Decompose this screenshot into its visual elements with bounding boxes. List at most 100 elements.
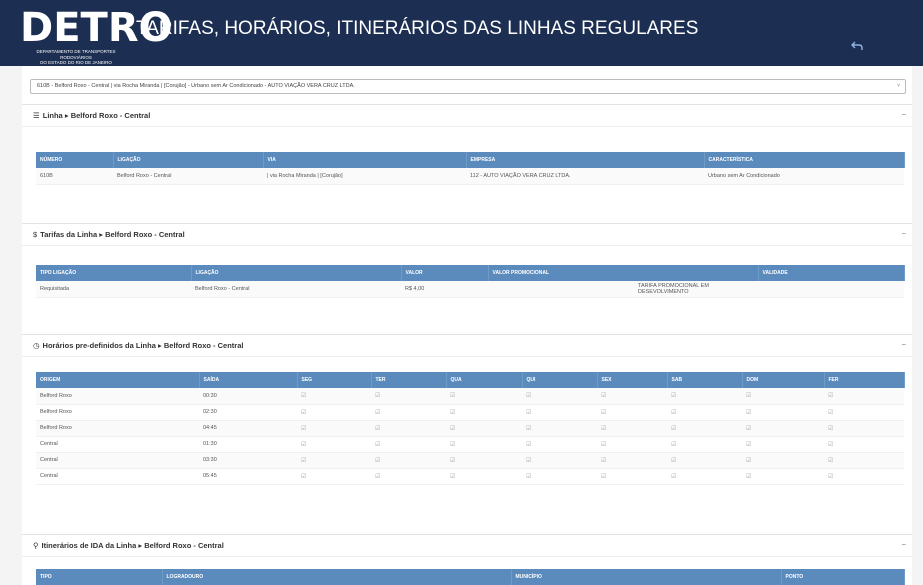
horarios-table: ORIGEM SAÍDA SEG TER QUA QUI SEX SAB DOM FER Belf… [36, 372, 905, 485]
table-row: 610B Belford Roxo - Central | via Rocha … [36, 168, 904, 185]
map-marker-icon: ⚲ [33, 541, 39, 550]
checkbox-checked-icon: ☑ [446, 404, 522, 421]
column-header[interactable]: LOGRADOURO [162, 569, 512, 585]
column-header[interactable]: EMPRESA [466, 152, 705, 168]
column-header[interactable]: VALOR PROMOCIONAL [488, 265, 759, 281]
column-header[interactable]: TIPO LIGAÇÃO [36, 265, 192, 281]
checkbox-checked-icon: ☑ [371, 468, 446, 485]
checkbox-checked-icon: ☑ [297, 420, 371, 437]
checkbox-checked-icon: ☑ [667, 404, 742, 421]
list-icon: ☰ [33, 111, 40, 120]
panel-itinerarios: ⚲ Itinerários de IDA da Linha ▸ Belford R… [22, 534, 912, 585]
checkbox-checked-icon: ☑ [742, 404, 824, 421]
column-header[interactable]: SEG [297, 372, 372, 388]
table-row: Central 01:30 ☑ ☑ ☑ ☑ ☑ ☑ ☑ ☑ [36, 436, 904, 453]
table-cell: Central [36, 452, 199, 469]
checkbox-checked-icon: ☑ [742, 468, 824, 485]
table-header-row: ORIGEM SAÍDA SEG TER QUA QUI SEX SAB DOM FER [36, 372, 905, 388]
column-header[interactable]: MUNICÍPIO [511, 569, 782, 585]
checkbox-checked-icon: ☑ [446, 388, 522, 405]
itinerarios-table: TIPO LOGRADOURO MUNICÍPIO PONTO [36, 569, 905, 585]
table-cell: Belford Roxo [36, 404, 199, 421]
column-header[interactable]: QUA [446, 372, 523, 388]
collapse-button[interactable]: − [901, 229, 906, 238]
table-cell: Belford Roxo - Central [191, 281, 401, 298]
checkbox-checked-icon: ☑ [446, 452, 522, 469]
table-cell: TARIFA PROMOCIONAL EM DESEVOLVIMENTO [488, 281, 758, 298]
linha-table: NÚMERO LIGAÇÃO VIA EMPRESA CARACTERÍSTIC… [36, 152, 905, 185]
table-cell: Belford Roxo [36, 388, 199, 405]
line-select[interactable]: 610B - Belford Roxo - Central | via Roch… [30, 79, 906, 94]
checkbox-checked-icon: ☑ [522, 388, 597, 405]
checkbox-checked-icon: ☑ [446, 436, 522, 453]
panel-horarios: ◷ Horários pre-definidos da Linha ▸ Belfo… [22, 334, 912, 526]
checkbox-checked-icon: ☑ [667, 468, 742, 485]
column-header[interactable]: ORIGEM [36, 372, 200, 388]
panel-title: ⚲ Itinerários de IDA da Linha ▸ Belford R… [33, 541, 224, 550]
checkbox-checked-icon: ☑ [824, 436, 904, 453]
checkbox-checked-icon: ☑ [742, 388, 824, 405]
table-cell: Urbano sem Ar Condicionado [704, 168, 904, 185]
checkbox-checked-icon: ☑ [297, 468, 371, 485]
table-cell: 03:30 [199, 452, 297, 469]
panel-label: Horários pre-definidos da Linha [42, 341, 156, 350]
column-header[interactable]: TER [371, 372, 447, 388]
tarifas-table: TIPO LIGAÇÃO LIGAÇÃO VALOR VALOR PROMOCI… [36, 265, 905, 298]
table-cell [758, 281, 904, 298]
checkbox-checked-icon: ☑ [597, 452, 667, 469]
column-header[interactable]: TIPO [36, 569, 163, 585]
table-cell: Central [36, 436, 199, 453]
checkbox-checked-icon: ☑ [371, 420, 446, 437]
table-cell: Belford Roxo [36, 420, 199, 437]
column-header[interactable]: FER [824, 372, 905, 388]
column-header[interactable]: LIGAÇÃO [191, 265, 402, 281]
collapse-button[interactable]: − [901, 340, 906, 349]
collapse-button[interactable]: − [901, 110, 906, 119]
table-cell: Requisitada [36, 281, 191, 298]
checkbox-checked-icon: ☑ [522, 436, 597, 453]
table-row: Belford Roxo 02:30 ☑ ☑ ☑ ☑ ☑ ☑ ☑ ☑ [36, 404, 904, 421]
checkbox-checked-icon: ☑ [824, 420, 904, 437]
column-header[interactable]: LIGAÇÃO [113, 152, 264, 168]
table-cell: 112 - AUTO VIAÇÃO VERA CRUZ LTDA. [466, 168, 704, 185]
checkbox-checked-icon: ☑ [667, 452, 742, 469]
checkbox-checked-icon: ☑ [597, 420, 667, 437]
panel-tarifas: $ Tarifas da Linha ▸ Belford Roxo - Centr… [22, 223, 912, 327]
checkbox-checked-icon: ☑ [297, 452, 371, 469]
breadcrumb-separator: ▸ [64, 111, 69, 120]
panel-header: ☰ Linha ▸ Belford Roxo - Central − [22, 105, 912, 127]
back-arrow-icon[interactable] [851, 41, 863, 51]
column-header[interactable]: SAÍDA [199, 372, 298, 388]
panel-title: ◷ Horários pre-definidos da Linha ▸ Belfo… [33, 341, 243, 350]
clock-icon: ◷ [33, 341, 40, 350]
column-header[interactable]: SEX [597, 372, 668, 388]
breadcrumb-separator: ▸ [158, 341, 162, 350]
breadcrumb-separator: ▸ [138, 541, 143, 550]
panel-route: Belford Roxo - Central [70, 111, 151, 120]
table-row: Belford Roxo 04:45 ☑ ☑ ☑ ☑ ☑ ☑ ☑ ☑ [36, 420, 904, 437]
checkbox-checked-icon: ☑ [446, 468, 522, 485]
column-header[interactable]: CARACTERÍSTICA [704, 152, 905, 168]
column-header[interactable]: NÚMERO [36, 152, 114, 168]
dollar-icon: $ [33, 230, 38, 239]
column-header[interactable]: PONTO [781, 569, 905, 585]
column-header[interactable]: VALIDADE [758, 265, 905, 281]
table-cell: 05:45 [199, 468, 297, 485]
column-header[interactable]: SAB [667, 372, 743, 388]
column-header[interactable]: VALOR [401, 265, 489, 281]
logo-subtitle: DEPARTAMENTO DE TRANSPORTES RODOVIÁRIOS … [22, 49, 130, 66]
panel-header: $ Tarifas da Linha ▸ Belford Roxo - Centr… [22, 224, 912, 246]
checkbox-checked-icon: ☑ [446, 420, 522, 437]
checkbox-checked-icon: ☑ [742, 436, 824, 453]
column-header[interactable]: VIA [263, 152, 467, 168]
collapse-button[interactable]: − [901, 540, 906, 549]
column-header[interactable]: QUI [522, 372, 598, 388]
table-row: Central 05:45 ☑ ☑ ☑ ☑ ☑ ☑ ☑ ☑ [36, 468, 904, 485]
checkbox-checked-icon: ☑ [371, 452, 446, 469]
checkbox-checked-icon: ☑ [297, 436, 371, 453]
checkbox-checked-icon: ☑ [371, 388, 446, 405]
column-header[interactable]: DOM [742, 372, 825, 388]
chevron-down-icon[interactable]: ˅ [897, 80, 900, 93]
checkbox-checked-icon: ☑ [824, 388, 904, 405]
panel-label: Tarifas da Linha [40, 230, 98, 239]
